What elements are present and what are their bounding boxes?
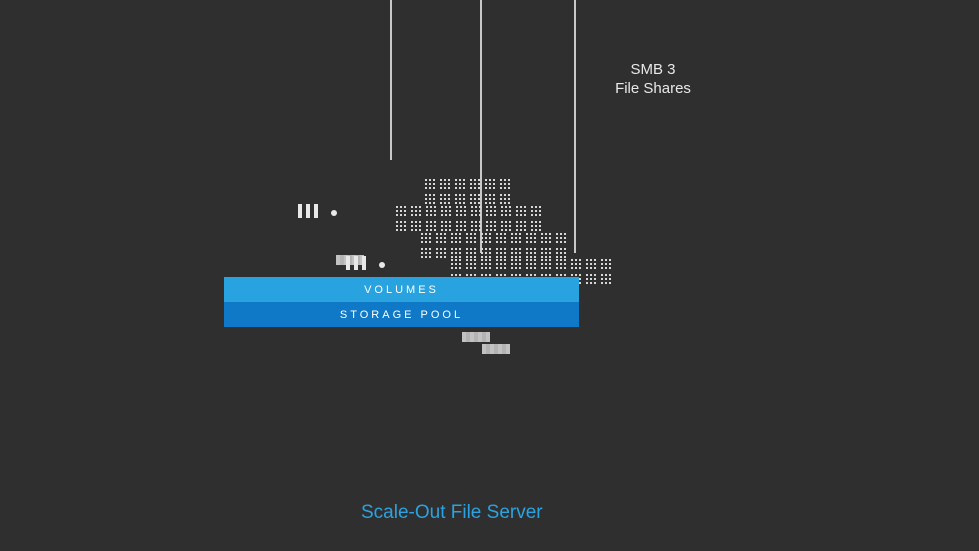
smb-line-2: File Shares: [603, 80, 703, 99]
volumes-label: VOLUMES: [364, 284, 439, 296]
smb-line-1: SMB 3: [603, 61, 703, 80]
connector-line-3: [574, 0, 576, 253]
volumes-bar: VOLUMES: [224, 277, 579, 302]
disk-cluster-3: [420, 232, 567, 259]
stripe-3: [482, 344, 510, 354]
diagram-canvas: SMB 3 File Shares V: [0, 0, 979, 551]
server-icon-1: [292, 189, 344, 241]
storage-pool-bar: STORAGE POOL: [224, 302, 579, 327]
storage-pool-label: STORAGE POOL: [340, 309, 463, 321]
smb-label: SMB 3 File Shares: [603, 61, 703, 99]
disk-cluster-2: [395, 205, 542, 232]
footer-title: Scale-Out File Server: [361, 502, 543, 524]
disk-cluster-1: [424, 178, 511, 205]
connector-line-1: [390, 0, 392, 160]
